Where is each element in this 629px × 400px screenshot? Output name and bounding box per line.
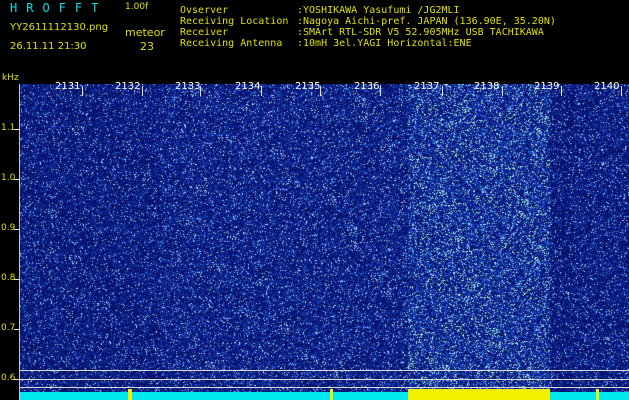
y-tick-label: 0.6 xyxy=(1,373,16,383)
meteor-label: meteor xyxy=(125,26,165,39)
x-tick xyxy=(442,86,443,96)
x-tick xyxy=(380,86,381,96)
spectrogram xyxy=(20,84,629,400)
app-version: 1.00f xyxy=(125,2,149,12)
info-value: :YOSHIKAWA Yasufumi /JG2MLI xyxy=(297,5,460,16)
y-tick-label: 1.0 xyxy=(1,173,16,183)
x-tick xyxy=(261,86,262,96)
info-value: :Nagoya Aichi-pref. JAPAN (136.90E, 35.2… xyxy=(297,16,556,27)
marker-line-upper xyxy=(20,370,629,371)
info-key: Receiving Antenna xyxy=(180,38,283,49)
info-key: Receiver xyxy=(180,27,229,38)
x-tick-label: 2131 xyxy=(55,81,81,92)
x-tick-label: 2134 xyxy=(235,81,261,92)
info-key: Receiving Location xyxy=(180,16,289,27)
x-tick-label: 2133 xyxy=(175,81,201,92)
info-row-antenna: Receiving Antenna :10mH 3el.YAGI Horizont… xyxy=(180,38,556,49)
info-key: Ovserver xyxy=(180,5,229,16)
signal-level-spike xyxy=(596,389,599,400)
x-tick xyxy=(621,86,622,96)
x-tick xyxy=(142,86,143,96)
spectrogram-noise xyxy=(20,84,629,400)
file-name: YY2611112130.png xyxy=(10,22,109,33)
x-tick-label: 2137 xyxy=(414,81,440,92)
x-tick-label: 2135 xyxy=(295,81,321,92)
marker-line-lower xyxy=(20,387,629,388)
x-tick-label: 2136 xyxy=(354,81,380,92)
x-tick-label: 2138 xyxy=(474,81,500,92)
marker-line-middle xyxy=(20,379,629,380)
y-unit-label: kHz xyxy=(2,73,19,83)
station-info: Ovserver :YOSHIKAWA Yasufumi /JG2MLI Rece… xyxy=(180,5,556,49)
y-axis-line xyxy=(19,84,20,400)
x-tick-label: 2132 xyxy=(115,81,141,92)
x-tick-label: 2139 xyxy=(534,81,560,92)
y-tick-label: 1.1 xyxy=(1,123,16,133)
x-tick xyxy=(502,86,503,96)
y-tick-label: 0.7 xyxy=(1,323,16,333)
signal-level-spike xyxy=(128,389,132,400)
info-row-location: Receiving Location :Nagoya Aichi-pref. JA… xyxy=(180,16,556,27)
timestamp: 26.11.11 21:30 xyxy=(10,41,87,52)
app-brand: HROFFT xyxy=(10,1,108,15)
y-tick-label: 0.8 xyxy=(1,273,16,283)
y-tick-label: 0.9 xyxy=(1,223,16,233)
meteor-count: 23 xyxy=(140,40,154,53)
info-value: :SMArt RTL-SDR V5 52.905MHz USB TACHIKAW… xyxy=(297,27,544,38)
signal-level-high-segment xyxy=(408,389,550,400)
info-value: :10mH 3el.YAGI Horizontal:ENE xyxy=(297,38,472,49)
signal-level-spike xyxy=(330,389,333,400)
info-row-observer: Ovserver :YOSHIKAWA Yasufumi /JG2MLI xyxy=(180,5,556,16)
info-row-receiver: Receiver :SMArt RTL-SDR V5 52.905MHz USB … xyxy=(180,27,556,38)
x-tick-label: 2140 xyxy=(594,81,620,92)
x-tick xyxy=(561,86,562,96)
hrofft-screen: HROFFT 1.00f YY2611112130.png 26.11.11 2… xyxy=(0,0,629,400)
x-tick xyxy=(82,86,83,96)
